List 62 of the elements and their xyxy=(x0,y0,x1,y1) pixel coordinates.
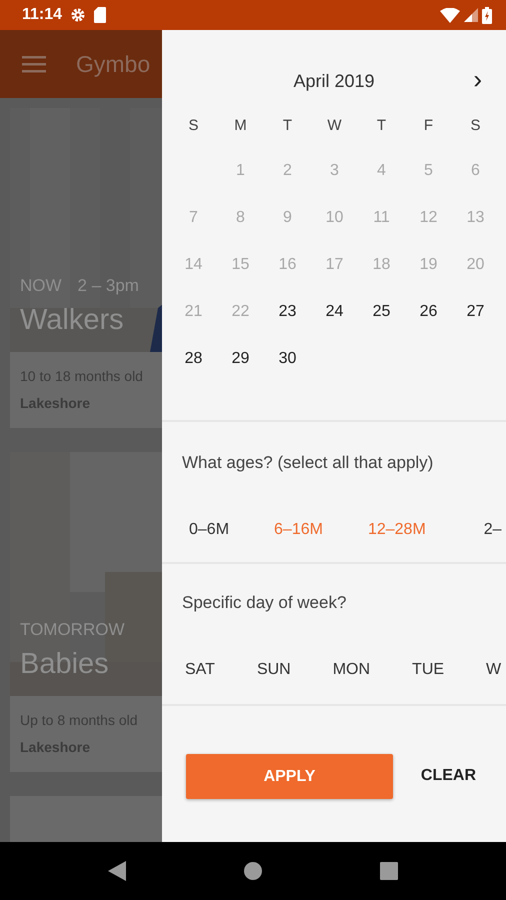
calendar-day[interactable]: 25 xyxy=(372,303,390,320)
battery-icon xyxy=(482,6,492,24)
home-icon[interactable] xyxy=(244,862,262,880)
weekday-label: F xyxy=(424,117,434,134)
calendar-day[interactable]: 24 xyxy=(326,303,344,320)
class-name: Babies xyxy=(20,646,110,682)
disabled-day: 3 xyxy=(330,162,339,179)
class-when: TOMORROW xyxy=(20,619,125,641)
disabled-day: 15 xyxy=(232,256,250,273)
clear-button[interactable]: CLEAR xyxy=(402,754,494,798)
settings-icon xyxy=(70,7,86,23)
disabled-day: 13 xyxy=(466,209,484,226)
calendar-day[interactable]: 27 xyxy=(466,303,484,320)
back-icon[interactable] xyxy=(108,861,126,881)
calendar-day[interactable]: 23 xyxy=(278,303,296,320)
calendar-day[interactable]: 26 xyxy=(420,303,438,320)
weekday-label: T xyxy=(282,117,292,134)
disabled-day: 16 xyxy=(278,256,296,273)
day-chip[interactable]: SUN xyxy=(256,658,291,682)
section-title: Specific day of week? xyxy=(181,592,348,614)
disabled-day: 14 xyxy=(184,256,202,273)
menu-icon[interactable] xyxy=(22,55,46,73)
day-chip[interactable]: W xyxy=(486,658,502,682)
next-month-button[interactable]: › xyxy=(473,68,482,90)
day-chip[interactable]: SAT xyxy=(185,658,215,682)
class-name: Walkers xyxy=(20,302,125,338)
disabled-day: 21 xyxy=(184,303,202,320)
signal-icon xyxy=(464,8,478,22)
section-title: What ages? (select all that apply) xyxy=(181,452,434,474)
disabled-day: 8 xyxy=(236,209,245,226)
weekday-label: M xyxy=(234,117,247,134)
wifi-icon xyxy=(440,8,460,22)
clock: 11:14 xyxy=(22,5,62,25)
disabled-day: 6 xyxy=(471,162,480,179)
day-chip[interactable]: MON xyxy=(332,658,370,682)
day-chip[interactable]: TUE xyxy=(412,658,444,682)
disabled-day: 18 xyxy=(372,256,390,273)
disabled-day: 12 xyxy=(420,209,438,226)
disabled-day: 19 xyxy=(420,256,438,273)
disabled-day: 5 xyxy=(424,162,433,179)
age-chip[interactable]: 0–6M xyxy=(189,518,230,542)
weekday-label: W xyxy=(327,117,342,134)
disabled-day: 2 xyxy=(283,162,292,179)
calendar-day[interactable]: 28 xyxy=(184,350,202,367)
disabled-day: 7 xyxy=(189,209,198,226)
disabled-day: 11 xyxy=(373,209,390,226)
age-chip[interactable]: 2– xyxy=(484,518,502,542)
disabled-day: 17 xyxy=(326,256,344,273)
disabled-day: 22 xyxy=(232,303,250,320)
disabled-day: 10 xyxy=(326,209,344,226)
weekday-label: S xyxy=(188,117,198,134)
disabled-day: 20 xyxy=(466,256,484,273)
month-title: April 2019 xyxy=(293,71,375,91)
sd-card-icon xyxy=(94,7,106,23)
disabled-day: 9 xyxy=(283,209,292,226)
calendar-day[interactable]: 30 xyxy=(278,350,296,367)
disabled-day: 4 xyxy=(377,162,386,179)
app-title: Gymbo xyxy=(76,50,150,79)
weekday-label: T xyxy=(376,117,386,134)
disabled-day: 1 xyxy=(236,162,245,179)
calendar-day[interactable]: 29 xyxy=(232,350,250,367)
weekday-label: S xyxy=(470,117,480,134)
